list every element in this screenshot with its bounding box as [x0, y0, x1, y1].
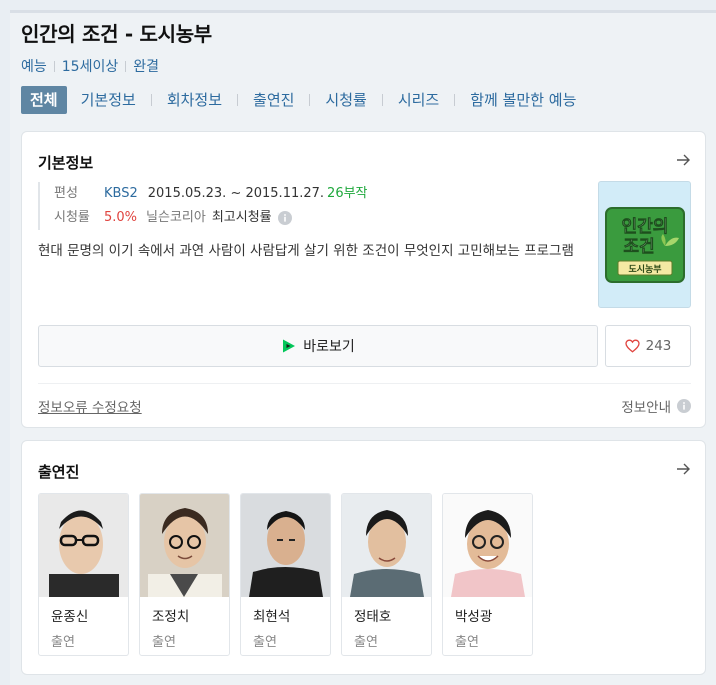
cast-photo	[342, 494, 431, 597]
program-header: 인간의 조건 - 도시농부 예능 15세이상 완결 전체 기본정보 회차정보 출…	[21, 18, 691, 114]
poster-title-line2: 조건	[623, 237, 654, 257]
basic-info-title: 기본정보	[38, 154, 94, 172]
tab-recommended[interactable]: 함께 볼만한 예능	[462, 86, 584, 114]
program-info: 편성 KBS2 2015.05.23. ~ 2015.11.27. 26부작 시…	[38, 182, 578, 262]
cast-photo	[39, 494, 128, 597]
card-divider	[38, 383, 691, 384]
divider	[53, 60, 55, 72]
cast-photo	[140, 494, 229, 597]
poster-image: 인간의 조건 도시농부	[605, 207, 685, 283]
arrow-right-icon[interactable]	[675, 461, 691, 477]
broadcast-label: 편성	[54, 186, 78, 201]
poster-badge: 도시농부	[628, 264, 661, 275]
tab-divider	[150, 94, 152, 106]
program-poster[interactable]: 인간의 조건 도시농부	[598, 181, 691, 308]
status-link[interactable]: 완결	[133, 56, 159, 76]
program-meta: 예능 15세이상 완결	[21, 56, 691, 76]
basic-info-card: 기본정보 편성 KBS2 2015.05.23. ~ 2015.11.27. 2…	[21, 131, 706, 428]
page-title: 인간의 조건 - 도시농부	[21, 22, 212, 46]
info-guide-link[interactable]: 정보안내	[621, 396, 691, 416]
cast-role: 출연	[51, 635, 75, 650]
tab-divider	[309, 94, 311, 106]
tab-divider	[381, 94, 383, 106]
tab-ratings[interactable]: 시청률	[317, 86, 374, 114]
rating-row: 시청률 5.0% 닐슨코리아 최고시청률	[54, 206, 578, 230]
cast-role: 출연	[152, 635, 176, 650]
cast-list: 윤종신 출연 조정치 출연 최현석 출연 정태호 출연 박성광 출연	[38, 493, 533, 656]
cast-role: 출연	[455, 635, 479, 650]
watch-now-button[interactable]: 바로보기	[38, 325, 598, 367]
cast-name: 최현석	[253, 609, 291, 625]
broadcast-row: 편성 KBS2 2015.05.23. ~ 2015.11.27. 26부작	[54, 182, 578, 206]
like-count: 243	[645, 338, 672, 354]
rating-value: 5.0%	[104, 210, 138, 225]
air-dates: 2015.05.23. ~ 2015.11.27.	[147, 186, 325, 201]
cast-role: 출연	[354, 635, 378, 650]
tab-series[interactable]: 시리즈	[390, 86, 447, 114]
rating-type: 최고시청률	[211, 210, 272, 225]
cast-role: 출연	[253, 635, 277, 650]
episode-count: 26부작	[327, 186, 368, 201]
play-icon	[283, 339, 296, 353]
tab-episodes[interactable]: 회차정보	[159, 86, 230, 114]
cast-title: 출연진	[38, 463, 80, 481]
tab-cast[interactable]: 출연진	[245, 86, 302, 114]
cast-photo	[443, 494, 532, 597]
cast-member[interactable]: 정태호 출연	[341, 493, 432, 656]
tab-all[interactable]: 전체	[21, 86, 67, 114]
cast-photo	[241, 494, 330, 597]
info-rows: 편성 KBS2 2015.05.23. ~ 2015.11.27. 26부작 시…	[38, 182, 578, 230]
cast-member[interactable]: 윤종신 출연	[38, 493, 129, 656]
arrow-right-icon[interactable]	[675, 152, 691, 168]
rating-source: 닐슨코리아	[146, 210, 206, 225]
cast-name: 정태호	[354, 609, 392, 625]
heart-icon	[624, 339, 640, 353]
tab-divider	[454, 94, 456, 106]
watch-label: 바로보기	[303, 339, 355, 355]
program-description: 현대 문명의 이기 속에서 과연 사람이 사람답게 살기 위한 조건이 무엇인지…	[38, 243, 574, 259]
age-rating-link[interactable]: 15세이상	[62, 56, 118, 76]
cast-member[interactable]: 조정치 출연	[139, 493, 230, 656]
info-icon	[677, 399, 691, 413]
cast-name: 박성광	[455, 609, 493, 625]
info-guide-label: 정보안내	[621, 400, 671, 416]
rating-label: 시청률	[54, 210, 90, 225]
divider	[125, 60, 127, 72]
poster-title-line1: 인간의	[622, 217, 669, 237]
tab-divider	[237, 94, 239, 106]
tab-basic-info[interactable]: 기본정보	[73, 86, 144, 114]
genre-link[interactable]: 예능	[21, 56, 47, 76]
report-error-link[interactable]: 정보오류 수정요청	[38, 396, 142, 416]
cast-name: 윤종신	[51, 609, 89, 625]
network-link[interactable]: KBS2	[104, 182, 138, 206]
like-button[interactable]: 243	[605, 325, 691, 367]
cast-member[interactable]: 최현석 출연	[240, 493, 331, 656]
cast-name: 조정치	[152, 609, 190, 625]
cast-card: 출연진 윤종신 출연 조정치 출연 최현석 출연 정태호 출연 박성광 출연	[21, 440, 706, 675]
cast-member[interactable]: 박성광 출연	[442, 493, 533, 656]
info-icon[interactable]	[277, 211, 292, 225]
tab-bar: 전체 기본정보 회차정보 출연진 시청률 시리즈 함께 볼만한 예능	[21, 86, 691, 114]
